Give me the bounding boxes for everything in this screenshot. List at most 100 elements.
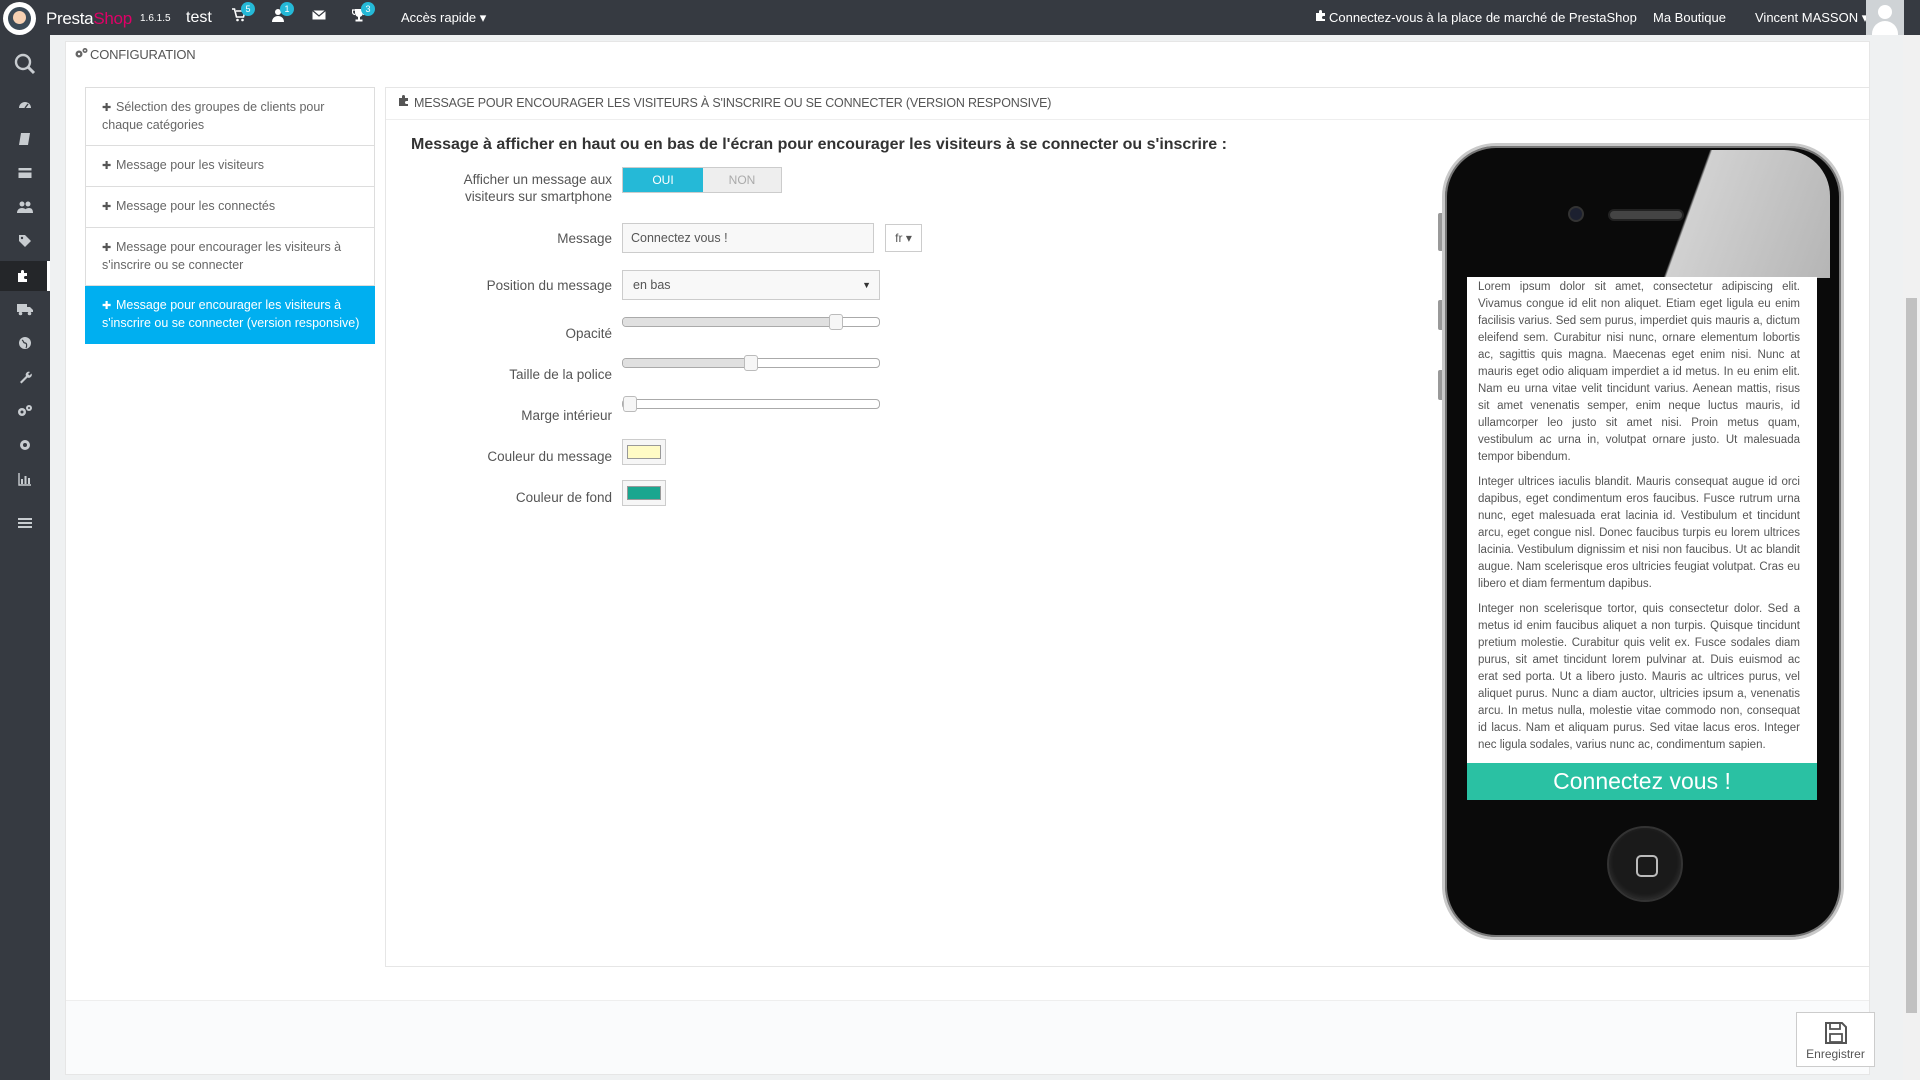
preview-paragraph: Lorem ipsum dolor sit amet, consectetur … xyxy=(1478,281,1800,463)
caret-down-icon: ▼ xyxy=(862,280,871,290)
opacity-label: Opacité xyxy=(565,326,612,341)
font-size-label: Taille de la police xyxy=(509,367,612,382)
phone-speaker xyxy=(1608,209,1684,221)
trophy-icon[interactable]: 3 xyxy=(349,2,375,28)
puzzle-icon: ✚ xyxy=(102,300,112,312)
tab-logged-message[interactable]: ✚ Message pour les connectés xyxy=(85,187,375,228)
tab-label: Message pour les visiteurs xyxy=(116,158,264,172)
font-size-slider-fill xyxy=(623,359,751,367)
bg-color-label: Couleur de fond xyxy=(515,490,612,505)
version-label: 1.6.1.5 xyxy=(140,13,171,24)
opacity-slider-handle[interactable] xyxy=(829,314,843,330)
page-scrollbar-thumb[interactable] xyxy=(1906,298,1917,1013)
floppy-disk-icon xyxy=(1824,1021,1848,1045)
advanced-parameters-icon[interactable] xyxy=(12,404,38,424)
opacity-slider-fill xyxy=(623,318,841,326)
padding-label: Marge intérieur xyxy=(521,408,612,423)
preferences-icon[interactable] xyxy=(12,370,38,390)
avatar[interactable] xyxy=(1866,0,1904,35)
puzzle-icon: ✚ xyxy=(102,160,112,172)
bg-color-swatch xyxy=(627,486,661,500)
bg-color-picker[interactable] xyxy=(622,480,666,506)
phone-message-bar: Connectez vous ! xyxy=(1467,763,1817,800)
message-label: Message xyxy=(557,231,612,246)
cart-icon[interactable]: 5 xyxy=(229,2,255,28)
opacity-slider[interactable] xyxy=(622,314,880,330)
text-color-swatch xyxy=(627,445,661,459)
brand-part2: Shop xyxy=(93,9,132,28)
shipping-icon[interactable] xyxy=(12,302,38,322)
form-title: Message à afficher en haut ou en bas de … xyxy=(411,136,1227,153)
tab-label: Message pour les connectés xyxy=(116,199,276,213)
switch-off-option[interactable]: NON xyxy=(703,168,781,192)
customer-icon[interactable]: 1 xyxy=(268,2,294,28)
tab-list: ✚ Sélection des groupes de clients pour c… xyxy=(85,87,375,344)
cart-badge: 5 xyxy=(241,2,255,16)
tab-label: Message pour encourager les visiteurs à … xyxy=(102,240,342,272)
preview-paragraph: Integer ultrices iaculis blandit. Mauris… xyxy=(1478,476,1800,590)
tab-visitors-message[interactable]: ✚ Message pour les visiteurs xyxy=(85,146,375,187)
catalog-icon[interactable] xyxy=(12,166,38,186)
padding-slider-handle[interactable] xyxy=(623,396,637,412)
search-icon[interactable] xyxy=(12,53,38,75)
phone-preview-text: Lorem ipsum dolor sit amet, consectetur … xyxy=(1467,277,1817,754)
text-color-label: Couleur du message xyxy=(487,449,612,464)
panel-divider xyxy=(386,119,1869,120)
top-header: PrestaShop 1.6.1.5 test 5 1 3 Accès rapi… xyxy=(0,0,1920,35)
show-message-switch[interactable]: OUI NON xyxy=(622,167,782,193)
phone-home-button xyxy=(1607,826,1683,902)
customers-icon[interactable] xyxy=(12,200,38,220)
save-label: Enregistrer xyxy=(1806,1047,1865,1061)
position-select[interactable]: en bas ▼ xyxy=(622,270,880,300)
phone-screen: Lorem ipsum dolor sit amet, consectetur … xyxy=(1467,277,1817,800)
message-input[interactable]: Connectez vous ! xyxy=(622,223,874,253)
quick-access-menu[interactable]: Accès rapide ▾ xyxy=(401,10,486,26)
prestashop-logo[interactable] xyxy=(3,2,36,35)
puzzle-icon: ✚ xyxy=(102,102,112,114)
price-rules-icon[interactable] xyxy=(12,234,38,254)
cogs-icon xyxy=(75,47,90,62)
tab-encourage-message[interactable]: ✚ Message pour encourager les visiteurs à… xyxy=(85,228,375,286)
orders-icon[interactable] xyxy=(12,132,38,152)
font-size-slider-handle[interactable] xyxy=(744,355,758,371)
phone-camera xyxy=(1568,206,1584,222)
menu-icon[interactable] xyxy=(12,516,38,536)
puzzle-icon xyxy=(1315,10,1329,25)
switch-on-option[interactable]: OUI xyxy=(623,168,703,192)
administration-icon[interactable] xyxy=(12,438,38,458)
position-value: en bas xyxy=(633,278,671,292)
user-menu[interactable]: Vincent MASSON ▾ xyxy=(1755,10,1868,26)
panel-heading: MESSAGE POUR ENCOURAGER LES VISITEURS À … xyxy=(398,95,1051,110)
envelope-icon[interactable] xyxy=(309,8,329,28)
marketplace-link[interactable]: Connectez-vous à la place de marché de P… xyxy=(1315,10,1637,25)
tab-encourage-message-responsive[interactable]: ✚ Message pour encourager les visiteurs à… xyxy=(85,286,375,344)
my-shop-link[interactable]: Ma Boutique xyxy=(1653,10,1726,25)
trophy-badge: 3 xyxy=(361,2,375,16)
text-color-picker[interactable] xyxy=(622,439,666,465)
customers-badge: 1 xyxy=(280,2,294,16)
shop-name-link[interactable]: test xyxy=(186,9,212,27)
tab-customer-groups[interactable]: ✚ Sélection des groupes de clients pour c… xyxy=(85,87,375,146)
padding-slider[interactable] xyxy=(622,396,880,412)
tab-label: Sélection des groupes de clients pour ch… xyxy=(102,100,325,132)
show-message-label: Afficher un message aux visiteurs sur sm… xyxy=(463,172,612,204)
puzzle-icon: ✚ xyxy=(102,242,112,254)
panel-heading-text: MESSAGE POUR ENCOURAGER LES VISITEURS À … xyxy=(414,96,1052,110)
save-button[interactable]: Enregistrer xyxy=(1796,1012,1875,1067)
puzzle-icon: ✚ xyxy=(102,201,112,213)
sidebar xyxy=(0,35,50,1080)
position-label: Position du message xyxy=(486,278,612,293)
marketplace-label: Connectez-vous à la place de marché de P… xyxy=(1329,10,1637,25)
brand-name[interactable]: PrestaShop xyxy=(46,9,132,29)
language-dropdown[interactable]: fr ▾ xyxy=(885,224,922,252)
configuration-title: CONFIGURATION xyxy=(75,47,196,62)
stats-icon[interactable] xyxy=(12,472,38,492)
modules-icon[interactable] xyxy=(0,261,50,291)
puzzle-icon xyxy=(398,95,414,110)
brand-part1: Presta xyxy=(46,9,94,28)
localization-icon[interactable] xyxy=(12,336,38,356)
configuration-title-text: CONFIGURATION xyxy=(90,47,196,62)
font-size-slider[interactable] xyxy=(622,355,880,371)
preview-paragraph: Integer non scelerisque tortor, quis con… xyxy=(1478,603,1800,751)
dashboard-icon[interactable] xyxy=(12,98,38,118)
